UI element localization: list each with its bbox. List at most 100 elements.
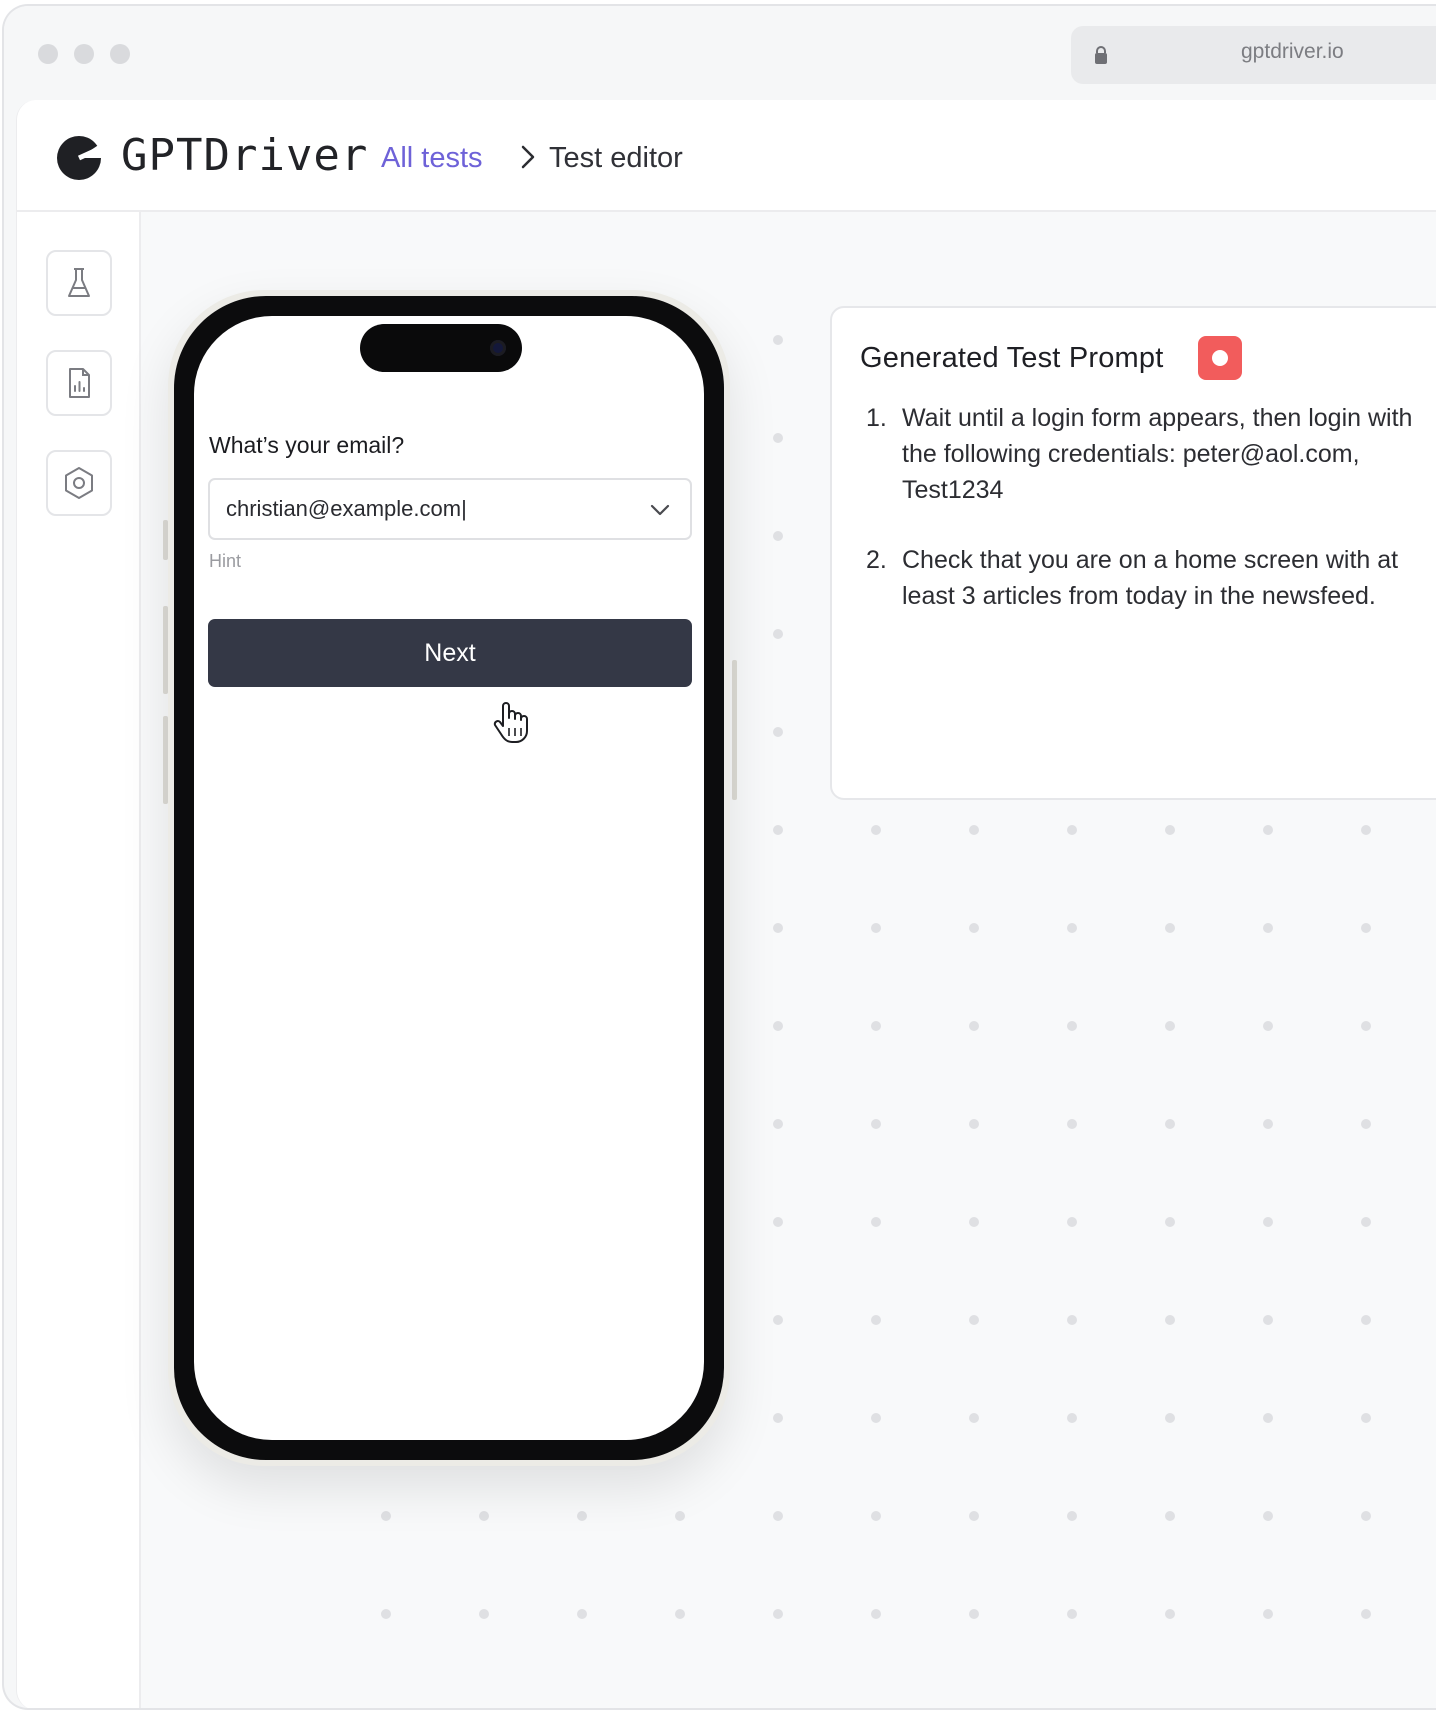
grid-dot bbox=[773, 629, 783, 639]
grid-dot bbox=[1165, 1021, 1175, 1031]
grid-dot bbox=[577, 1511, 587, 1521]
record-icon bbox=[1212, 350, 1228, 366]
sidebar-item-tests[interactable] bbox=[46, 250, 112, 316]
grid-dot bbox=[1067, 1413, 1077, 1423]
grid-dot bbox=[871, 1217, 881, 1227]
grid-dot bbox=[773, 1609, 783, 1619]
grid-dot bbox=[871, 1119, 881, 1129]
grid-dot bbox=[1263, 1119, 1273, 1129]
grid-dot bbox=[969, 1413, 979, 1423]
grid-dot bbox=[1361, 1511, 1371, 1521]
chevron-right-icon bbox=[521, 145, 535, 169]
window-minimize-dot[interactable] bbox=[74, 44, 94, 64]
grid-dot bbox=[773, 531, 783, 541]
record-button[interactable] bbox=[1198, 336, 1242, 380]
grid-dot bbox=[1263, 923, 1273, 933]
grid-dot bbox=[1263, 1413, 1273, 1423]
grid-dot bbox=[773, 1413, 783, 1423]
grid-dot bbox=[1165, 1609, 1175, 1619]
phone-power-button bbox=[732, 660, 737, 800]
grid-dot bbox=[479, 1609, 489, 1619]
grid-dot bbox=[969, 825, 979, 835]
grid-dot bbox=[1165, 923, 1175, 933]
app-header: GPTDriver All tests Test editor bbox=[17, 100, 1436, 212]
grid-dot bbox=[1067, 1511, 1077, 1521]
grid-dot bbox=[1165, 1119, 1175, 1129]
grid-dot bbox=[577, 1609, 587, 1619]
grid-dot bbox=[1263, 825, 1273, 835]
prompt-step: 2. Check that you are on a home screen w… bbox=[866, 542, 1426, 614]
grid-dot bbox=[773, 1511, 783, 1521]
email-question-label: What’s your email? bbox=[209, 432, 405, 458]
email-hint: Hint bbox=[209, 551, 242, 571]
sidebar-item-settings[interactable] bbox=[46, 450, 112, 516]
brand-name: GPTDriver bbox=[121, 130, 369, 181]
breadcrumb-all-tests-link[interactable]: All tests bbox=[381, 142, 483, 175]
grid-dot bbox=[1263, 1609, 1273, 1619]
prompt-step-text: Check that you are on a home screen with… bbox=[902, 546, 1399, 610]
url-text: gptdriver.io bbox=[1241, 40, 1344, 63]
phone-dynamic-island bbox=[360, 324, 522, 372]
pointer-hand-cursor-icon bbox=[493, 702, 528, 743]
prompt-step-number: 1. bbox=[866, 404, 887, 432]
grid-dot bbox=[1361, 1217, 1371, 1227]
grid-dot bbox=[1361, 1413, 1371, 1423]
grid-dot bbox=[1067, 923, 1077, 933]
grid-dot bbox=[1067, 1217, 1077, 1227]
phone-mockup bbox=[168, 290, 730, 1466]
grid-dot bbox=[871, 1511, 881, 1521]
grid-dot bbox=[969, 1511, 979, 1521]
grid-dot bbox=[969, 1315, 979, 1325]
grid-dot bbox=[773, 1217, 783, 1227]
address-bar[interactable]: gptdriver.io bbox=[1071, 26, 1436, 84]
grid-dot bbox=[1067, 1609, 1077, 1619]
email-field[interactable]: christian@example.com| bbox=[208, 478, 692, 540]
grid-dot bbox=[1067, 1119, 1077, 1129]
sidebar bbox=[17, 212, 141, 1708]
grid-dot bbox=[773, 1119, 783, 1129]
grid-dot bbox=[675, 1609, 685, 1619]
grid-dot bbox=[1361, 1315, 1371, 1325]
front-camera bbox=[490, 340, 506, 356]
grid-dot bbox=[1361, 825, 1371, 835]
prompt-steps-list: 1. Wait until a login form appears, then… bbox=[866, 400, 1426, 648]
sidebar-item-reports[interactable] bbox=[46, 350, 112, 416]
lock-icon bbox=[1095, 46, 1107, 64]
grid-dot bbox=[1263, 1511, 1273, 1521]
prompt-card-title: Generated Test Prompt bbox=[860, 342, 1164, 374]
grid-dot bbox=[1067, 1315, 1077, 1325]
gptdriver-logo-icon bbox=[57, 136, 103, 180]
window-maximize-dot[interactable] bbox=[110, 44, 130, 64]
flask-icon bbox=[68, 268, 90, 297]
grid-dot bbox=[1263, 1217, 1273, 1227]
grid-dot bbox=[1165, 1315, 1175, 1325]
grid-dot bbox=[1361, 923, 1371, 933]
report-icon bbox=[69, 368, 90, 398]
grid-dot bbox=[871, 1315, 881, 1325]
grid-dot bbox=[773, 825, 783, 835]
grid-dot bbox=[773, 923, 783, 933]
prompt-step: 1. Wait until a login form appears, then… bbox=[866, 400, 1426, 508]
grid-dot bbox=[969, 1021, 979, 1031]
grid-dot bbox=[1361, 1021, 1371, 1031]
grid-dot bbox=[969, 1119, 979, 1129]
grid-dot bbox=[1165, 1511, 1175, 1521]
grid-dot bbox=[1067, 825, 1077, 835]
grid-dot bbox=[1263, 1021, 1273, 1031]
prompt-step-number: 2. bbox=[866, 546, 887, 574]
grid-dot bbox=[675, 1511, 685, 1521]
next-button[interactable]: Next bbox=[208, 619, 692, 687]
grid-dot bbox=[1165, 1413, 1175, 1423]
grid-dot bbox=[871, 825, 881, 835]
grid-dot bbox=[1165, 825, 1175, 835]
grid-dot bbox=[381, 1609, 391, 1619]
grid-dot bbox=[773, 433, 783, 443]
grid-dot bbox=[773, 335, 783, 345]
chevron-down-icon[interactable] bbox=[648, 500, 672, 520]
grid-dot bbox=[381, 1511, 391, 1521]
settings-hexagon-icon bbox=[65, 467, 93, 499]
window-close-dot[interactable] bbox=[38, 44, 58, 64]
grid-dot bbox=[773, 1021, 783, 1031]
grid-dot bbox=[871, 1413, 881, 1423]
grid-dot bbox=[773, 1315, 783, 1325]
